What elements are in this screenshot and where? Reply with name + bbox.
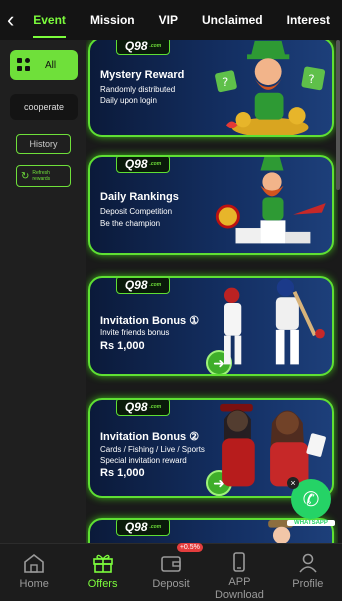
user-icon xyxy=(297,552,319,574)
banner-line: Cards / Fishing / Live / Sports xyxy=(100,445,205,454)
gift-icon xyxy=(92,552,114,574)
sidebar: All cooperate History ↻ Refresh rewards xyxy=(0,40,86,543)
promotion-list[interactable]: Q98 .com Mystery Reward Randomly distribu… xyxy=(86,40,338,543)
phone-icon xyxy=(228,552,250,572)
grid-icon xyxy=(17,58,31,72)
leprechaun-illustration: ? ? xyxy=(215,40,326,135)
nav-home[interactable]: Home xyxy=(0,544,68,601)
home-icon xyxy=(23,552,45,574)
filter-all-button[interactable]: All xyxy=(10,50,78,80)
bottom-navigation: Home Offers Deposit +0.5% APP Download P… xyxy=(0,543,342,601)
cricket-illustration xyxy=(224,278,325,365)
banner-title: Invitation Bonus ① xyxy=(100,315,200,327)
banner-line: Deposit Competition xyxy=(100,207,173,216)
tab-vip[interactable]: VIP xyxy=(147,0,190,40)
banner-amount: Rs 1,000 xyxy=(100,467,145,479)
banner-title: Invitation Bonus ② xyxy=(100,431,200,443)
filter-all-label: All xyxy=(45,59,57,71)
brand-logo: Q98 .com xyxy=(116,278,170,294)
nav-profile-label: Profile xyxy=(292,578,324,590)
category-tabs: Event Mission VIP Unclaimed Interest xyxy=(21,0,342,40)
brand-logo: Q98 .com xyxy=(116,157,170,173)
svg-text:?: ? xyxy=(222,75,228,89)
nav-deposit-label: Deposit xyxy=(152,578,190,590)
banner-daily-rankings[interactable]: Q98 .com Daily Rankings Deposit Competiti… xyxy=(88,155,334,255)
brand-logo: Q98 .com xyxy=(116,520,170,536)
nav-offers[interactable]: Offers xyxy=(68,544,136,601)
banner-title: Mystery Reward xyxy=(100,69,185,81)
rankings-illustration xyxy=(215,157,326,244)
nav-offers-label: Offers xyxy=(87,578,118,590)
chevron-left-icon: ‹ xyxy=(6,7,15,32)
banner-line: Daily upon login xyxy=(100,96,157,105)
scrollbar[interactable] xyxy=(336,40,340,190)
banner-line: Be the champion xyxy=(100,219,161,228)
svg-text:?: ? xyxy=(308,72,314,86)
wallet-icon xyxy=(160,552,182,574)
top-bar: ‹ Event Mission VIP Unclaimed Interest xyxy=(0,0,342,40)
filter-cooperate-button[interactable]: cooperate xyxy=(10,94,78,120)
close-whatsapp-button[interactable]: × xyxy=(287,477,299,489)
back-button[interactable]: ‹ xyxy=(0,0,21,40)
banner-line: Invite friends bonus xyxy=(100,328,170,337)
tab-unclaimed[interactable]: Unclaimed xyxy=(190,0,275,40)
tab-mission[interactable]: Mission xyxy=(78,0,147,40)
nav-deposit[interactable]: Deposit +0.5% xyxy=(137,543,205,601)
refresh-icon: ↻ xyxy=(21,170,30,182)
nav-profile[interactable]: Profile xyxy=(274,544,342,601)
banner-line: Randomly distributed xyxy=(100,85,176,94)
banner-mystery-reward[interactable]: Q98 .com Mystery Reward Randomly distribu… xyxy=(88,40,334,137)
nav-app-download-label: APP Download xyxy=(214,576,264,601)
brand-logo: Q98 .com xyxy=(116,40,170,55)
nav-app-download[interactable]: APP Download xyxy=(205,544,273,601)
whatsapp-widget[interactable]: ✆ × WHATSAPP xyxy=(287,477,335,527)
refresh-rewards-label: Refresh rewards xyxy=(32,170,51,182)
nav-home-label: Home xyxy=(19,578,49,590)
history-button[interactable]: History xyxy=(16,134,71,154)
deposit-bonus-badge: +0.5% xyxy=(176,543,203,552)
banner-title: Daily Rankings xyxy=(100,191,179,203)
tab-event[interactable]: Event xyxy=(21,0,78,40)
banner-invitation-bonus-1[interactable]: Q98 .com Invitation Bonus ① Invite friend… xyxy=(88,276,334,376)
refresh-rewards-button[interactable]: ↻ Refresh rewards xyxy=(16,165,71,187)
whatsapp-label: WHATSAPP xyxy=(287,520,335,526)
offers-screen: ‹ Event Mission VIP Unclaimed Interest A… xyxy=(0,0,342,601)
tab-interest[interactable]: Interest xyxy=(275,0,342,40)
brand-logo: Q98 .com xyxy=(116,400,170,416)
banner-line: Special invitation reward xyxy=(100,456,187,465)
banner-amount: Rs 1,000 xyxy=(100,340,145,352)
